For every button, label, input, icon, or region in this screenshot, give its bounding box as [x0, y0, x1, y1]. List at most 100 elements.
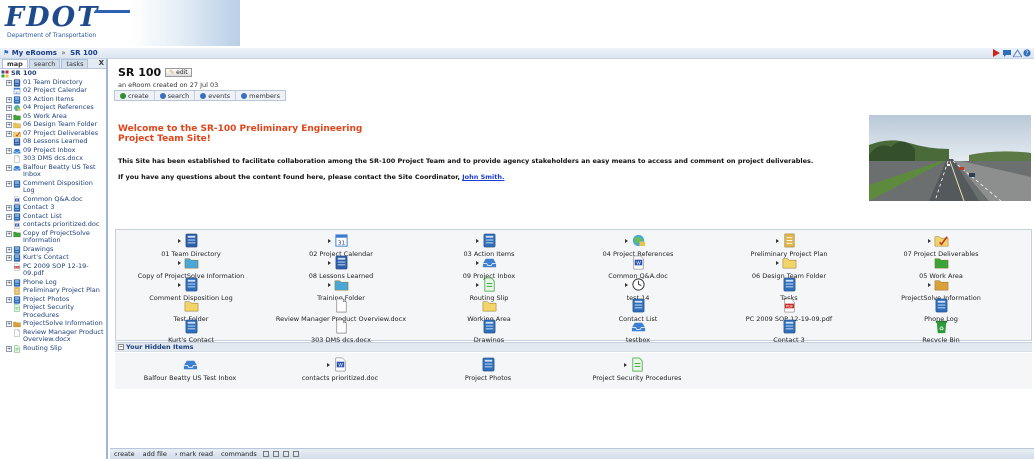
expand-icon[interactable]: + — [6, 345, 12, 352]
expand-icon[interactable]: + — [6, 130, 12, 137]
expand-icon[interactable]: + — [6, 246, 12, 253]
calendar-icon: 31 — [13, 87, 21, 95]
top-navigation-bar: ⚑ My eRooms » SR 100 ? — [0, 48, 1034, 59]
tree-item[interactable]: +01 Team Directory — [0, 78, 106, 87]
expand-icon[interactable]: + — [6, 164, 12, 171]
tree-item[interactable]: + Routing Slip — [0, 344, 106, 353]
tree-item[interactable]: + ProjectSolve Information — [0, 319, 106, 328]
expand-icon[interactable]: + — [6, 279, 12, 286]
dashboard-icon[interactable] — [1012, 49, 1023, 58]
room-item[interactable]: Kurt's Contact — [116, 319, 266, 344]
tree-item-label: PC 2009 SOP 12-19-09.pdf — [23, 261, 89, 277]
hidden-items-header[interactable]: − Your Hidden Items — [115, 342, 1032, 352]
search-button[interactable]: search — [155, 91, 196, 100]
expand-icon[interactable]: + — [6, 147, 12, 154]
tree-item[interactable]: + Contact 3 — [0, 203, 106, 212]
main-content: SR 100 ✎ edit an eRoom created on 27 Jul… — [110, 59, 1034, 459]
breadcrumb-current[interactable]: SR 100 — [70, 49, 97, 57]
paragraph-2-text: If you have any questions about the cont… — [118, 173, 460, 181]
room-item[interactable]: Wcontacts prioritized.doc — [265, 357, 415, 382]
tree-item[interactable]: 08 Lessons Learned — [0, 137, 106, 146]
expand-icon[interactable]: + — [6, 122, 12, 128]
tree-item[interactable]: PDF PC 2009 SOP 12-19-09.pdf — [0, 261, 106, 278]
chat-icon[interactable] — [1003, 49, 1011, 57]
tree-item[interactable]: +07 Project Deliverables — [0, 129, 106, 138]
tree-item[interactable]: Preliminary Project Plan — [0, 286, 106, 295]
settings-icon[interactable] — [292, 451, 299, 457]
tree-item[interactable]: SR 100 — [0, 69, 106, 78]
room-item[interactable]: Balfour Beatty US Test Inbox — [115, 357, 265, 382]
expand-icon[interactable]: + — [6, 113, 12, 120]
view-grid-icon[interactable] — [272, 451, 279, 457]
events-button[interactable]: events — [195, 91, 237, 100]
tree-item[interactable]: 31 02 Project Calendar — [0, 86, 106, 95]
welcome-paragraph-1: This Site has been established to facili… — [118, 157, 814, 165]
expand-icon[interactable]: + — [6, 321, 12, 327]
room-item[interactable]: 303 DMS dcs.docx — [266, 319, 416, 344]
close-pane-button[interactable]: X — [99, 59, 104, 68]
help-icon[interactable]: ? — [1023, 49, 1031, 57]
expand-icon[interactable]: + — [6, 255, 12, 261]
tab-search[interactable]: search — [28, 59, 61, 68]
tree-item[interactable]: + Copy of ProjectSolve Information — [0, 229, 106, 245]
tree-item[interactable]: + Drawings — [0, 245, 106, 254]
collapse-hidden-icon[interactable]: − — [118, 344, 124, 350]
tree-item[interactable]: Project Security Procedures — [0, 303, 106, 319]
expand-icon[interactable]: + — [6, 296, 12, 303]
site-coordinator-link[interactable]: John Smith. — [462, 173, 504, 181]
tree-item[interactable]: + Project Photos — [0, 295, 106, 304]
routing-icon — [13, 344, 21, 353]
tree-item[interactable]: + Balfour Beatty US Test Inbox — [0, 163, 106, 179]
expand-icon[interactable]: + — [6, 105, 12, 111]
expand-arrow-icon — [476, 283, 479, 287]
tree-item[interactable]: Review Manager Product Overview.docx — [0, 328, 106, 344]
tree-item[interactable]: +03 Action Items — [0, 95, 106, 104]
room-item[interactable]: Drawings — [414, 319, 564, 344]
tree-item[interactable]: +04 Project References — [0, 103, 106, 112]
expand-icon[interactable]: + — [6, 79, 12, 86]
bottom-bar-1[interactable]: add file — [139, 449, 171, 459]
routing-icon — [13, 304, 21, 312]
tree-item[interactable]: +09 Project Inbox — [0, 146, 106, 155]
expand-icon[interactable]: + — [6, 230, 12, 237]
hidden-items-grid: Balfour Beatty US Test Inbox Wcontacts pr… — [115, 353, 1032, 389]
members-button[interactable]: members — [236, 91, 285, 100]
room-item[interactable]: ♻ Recycle Bin — [866, 319, 1016, 344]
room-item[interactable]: Project Security Procedures — [562, 357, 712, 382]
bottom-bar-0[interactable]: create — [110, 449, 139, 459]
create-button[interactable]: create — [115, 91, 155, 100]
expand-icon[interactable]: + — [6, 96, 12, 103]
tree-item[interactable]: + Phone Log — [0, 278, 106, 287]
tree-item[interactable]: +05 Work Area — [0, 112, 106, 121]
notebook-icon — [13, 287, 21, 295]
expand-icon[interactable]: + — [6, 205, 12, 211]
my-erooms-icon: ⚑ — [3, 49, 10, 57]
view-list-icon[interactable] — [262, 451, 269, 457]
left-navigation-pane: map search tasks X SR 100 +01 Team Direct… — [0, 59, 108, 459]
expand-icon[interactable]: + — [6, 213, 12, 220]
alerts-icon[interactable] — [993, 49, 1000, 57]
tab-map[interactable]: map — [2, 59, 28, 68]
bottom-bar-2[interactable]: › mark read — [171, 449, 217, 459]
tree-item[interactable]: Wcontacts prioritized.doc — [0, 220, 106, 229]
breadcrumb-root-link[interactable]: My eRooms — [12, 49, 57, 57]
room-item[interactable]: Contact 3 — [714, 319, 864, 344]
tree-item[interactable]: + Comment Disposition Log — [0, 179, 106, 195]
tree-item[interactable]: 303 DMS dcs.docx — [0, 154, 106, 163]
view-details-icon[interactable] — [282, 451, 289, 457]
tab-tasks[interactable]: tasks — [61, 59, 89, 68]
search-icon — [159, 92, 166, 99]
room-toolbar: create search events members — [114, 90, 286, 101]
room-item[interactable]: testbox — [563, 319, 713, 344]
edit-button[interactable]: ✎ edit — [165, 68, 192, 77]
site-banner: FDOT Department of Transportation — [0, 0, 1034, 48]
tree-item[interactable]: W Common Q&A.doc — [0, 195, 106, 204]
tree-item[interactable]: +06 Design Team Folder — [0, 120, 106, 129]
expand-icon[interactable]: + — [6, 180, 12, 187]
tree-item[interactable]: + Kurt's Contact — [0, 253, 106, 262]
document-icon — [333, 319, 349, 334]
tree-item[interactable]: + Contact List — [0, 212, 106, 221]
room-item[interactable]: Project Photos — [413, 357, 563, 382]
bottom-bar-3[interactable]: commands — [217, 449, 261, 459]
fdot-logo[interactable]: FDOT Department of Transportation — [5, 4, 136, 44]
